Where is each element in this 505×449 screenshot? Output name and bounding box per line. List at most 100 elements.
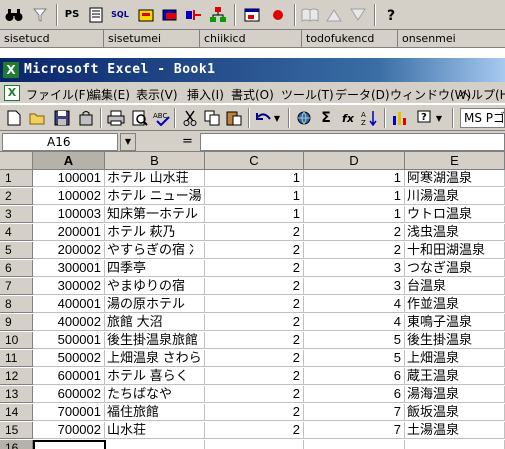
cell-onsenmei[interactable]: 土湯温泉 — [405, 422, 505, 439]
row-header[interactable]: 4 — [0, 224, 33, 241]
cell-sisetucd[interactable]: 500001 — [33, 332, 105, 349]
cell-todofukencd[interactable]: 2 — [304, 224, 405, 241]
cell-c16[interactable] — [205, 440, 304, 449]
cell-todofukencd[interactable]: 6 — [304, 368, 405, 385]
cell-chiikicd[interactable]: 2 — [205, 296, 304, 313]
menu-edit[interactable]: 編集(E) — [89, 86, 130, 103]
cell-todofukencd[interactable]: 7 — [304, 404, 405, 421]
cell-todofukencd[interactable]: 3 — [304, 278, 405, 295]
cell-onsenmei[interactable]: 蔵王温泉 — [405, 368, 505, 385]
cell-sisetucd[interactable]: 600001 — [33, 368, 105, 385]
cell-chiikicd[interactable]: 2 — [205, 332, 304, 349]
field-sisetumei[interactable]: sisetumei — [104, 30, 200, 48]
row-header[interactable]: 11 — [0, 350, 33, 367]
tree-icon[interactable] — [208, 4, 228, 25]
spelling-icon[interactable]: ABC — [152, 108, 172, 128]
cell-sisetumei[interactable]: 後生掛温泉旅館 — [105, 332, 205, 349]
triangle-up-icon[interactable] — [324, 4, 344, 25]
cell-todofukencd[interactable]: 1 — [304, 188, 405, 205]
cell-sisetucd[interactable]: 300001 — [33, 260, 105, 277]
cell-todofukencd[interactable]: 7 — [304, 422, 405, 439]
menu-help[interactable]: ヘルプ(H) — [459, 86, 505, 103]
row-header[interactable]: 5 — [0, 242, 33, 259]
cell-chiikicd[interactable]: 2 — [205, 242, 304, 259]
cell-e16[interactable] — [405, 440, 505, 449]
autosum-button[interactable]: Σ — [316, 108, 336, 128]
cell-todofukencd[interactable]: 6 — [304, 386, 405, 403]
cell-chiikicd[interactable]: 1 — [205, 206, 304, 223]
sql-button[interactable]: SQL — [110, 4, 130, 25]
field-chiikicd[interactable]: chiikicd — [200, 30, 302, 48]
cut-icon[interactable] — [180, 108, 200, 128]
cell-onsenmei[interactable]: つなぎ温泉 — [405, 260, 505, 277]
name-box[interactable]: A16 — [2, 133, 118, 151]
field-onsenmei[interactable]: onsenmei — [398, 30, 505, 48]
print-icon[interactable] — [106, 108, 126, 128]
cell-chiikicd[interactable]: 2 — [205, 314, 304, 331]
field-sisetucd[interactable]: sisetucd — [0, 30, 104, 48]
cell-chiikicd[interactable]: 2 — [205, 368, 304, 385]
toolbar-options-icon[interactable]: ▼ — [434, 108, 444, 128]
menu-view[interactable]: 表示(V) — [136, 86, 178, 103]
cell-sisetucd[interactable]: 200001 — [33, 224, 105, 241]
copy-icon[interactable] — [202, 108, 222, 128]
spreadsheet-grid[interactable]: A B C D E 1 100001 ホテル 山水荘 1 1 阿寒湖温泉 2 100002 ホテ… — [0, 152, 505, 449]
help-icon[interactable]: ? — [382, 4, 402, 25]
cell-onsenmei[interactable]: 飯坂温泉 — [405, 404, 505, 421]
cell-sisetumei[interactable]: ホテル 萩乃 — [105, 224, 205, 241]
cell-sisetumei[interactable]: 四季亭 — [105, 260, 205, 277]
column-header-a[interactable]: A — [33, 152, 105, 170]
workbook-icon[interactable]: X — [4, 85, 20, 101]
row-header[interactable]: 14 — [0, 404, 33, 421]
paste-icon[interactable] — [224, 108, 244, 128]
cell-d16[interactable] — [304, 440, 405, 449]
cell-todofukencd[interactable]: 3 — [304, 260, 405, 277]
cell-sisetumei[interactable]: 旅館 大沼 — [105, 314, 205, 331]
row-header[interactable]: 3 — [0, 206, 33, 223]
row-header[interactable]: 16 — [0, 440, 33, 449]
menu-file[interactable]: ファイル(F) — [26, 86, 90, 103]
database-icon[interactable] — [160, 4, 180, 25]
cell-onsenmei[interactable]: 十和田湖温泉 — [405, 242, 505, 259]
undo-dropdown-icon[interactable]: ▼ — [272, 108, 282, 128]
cell-sisetumei[interactable]: 山水荘 — [105, 422, 205, 439]
column-header-c[interactable]: C — [205, 152, 304, 170]
cell-sisetucd[interactable]: 600002 — [33, 386, 105, 403]
row-header[interactable]: 10 — [0, 332, 33, 349]
cell-sisetumei[interactable]: 湯の原ホテル — [105, 296, 205, 313]
cell-chiikicd[interactable]: 2 — [205, 404, 304, 421]
cell-b16[interactable] — [105, 440, 205, 449]
open-folder-icon[interactable] — [28, 108, 48, 128]
cell-onsenmei[interactable]: ウトロ温泉 — [405, 206, 505, 223]
filter-icon[interactable] — [30, 4, 50, 25]
ps-button[interactable]: PS — [62, 4, 82, 25]
cell-chiikicd[interactable]: 2 — [205, 422, 304, 439]
cell-todofukencd[interactable]: 1 — [304, 170, 405, 187]
row-header[interactable]: 15 — [0, 422, 33, 439]
cell-sisetumei[interactable]: ホテル ニュー湯 — [105, 188, 205, 205]
cell-todofukencd[interactable]: 1 — [304, 206, 405, 223]
save-icon[interactable] — [52, 108, 72, 128]
document-list-icon[interactable] — [86, 4, 106, 25]
formula-equals-sign[interactable]: = — [182, 134, 193, 149]
window-title-bar[interactable]: X Microsoft Excel - Book1 — [0, 58, 505, 82]
record-icon[interactable] — [268, 4, 288, 25]
cell-chiikicd[interactable]: 1 — [205, 170, 304, 187]
cell-onsenmei[interactable]: 浅虫温泉 — [405, 224, 505, 241]
cell-onsenmei[interactable]: 上畑温泉 — [405, 350, 505, 367]
menu-tools[interactable]: ツール(T) — [281, 86, 334, 103]
undo-icon[interactable] — [254, 108, 274, 128]
cell-sisetucd[interactable]: 200002 — [33, 242, 105, 259]
cell-sisetumei[interactable]: 知床第一ホテル — [105, 206, 205, 223]
menu-format[interactable]: 書式(O) — [231, 86, 274, 103]
cell-sisetumei[interactable]: ホテル 山水荘 — [105, 170, 205, 187]
row-header[interactable]: 1 — [0, 170, 33, 187]
cell-todofukencd[interactable]: 2 — [304, 242, 405, 259]
font-name-select[interactable]: MS Pゴシック — [460, 108, 505, 128]
cell-onsenmei[interactable]: 後生掛温泉 — [405, 332, 505, 349]
column-header-e[interactable]: E — [405, 152, 505, 170]
cell-chiikicd[interactable]: 2 — [205, 350, 304, 367]
cell-sisetumei[interactable]: ホテル 喜らく — [105, 368, 205, 385]
cell-sisetucd[interactable]: 100002 — [33, 188, 105, 205]
triangle-down-icon[interactable] — [348, 4, 368, 25]
